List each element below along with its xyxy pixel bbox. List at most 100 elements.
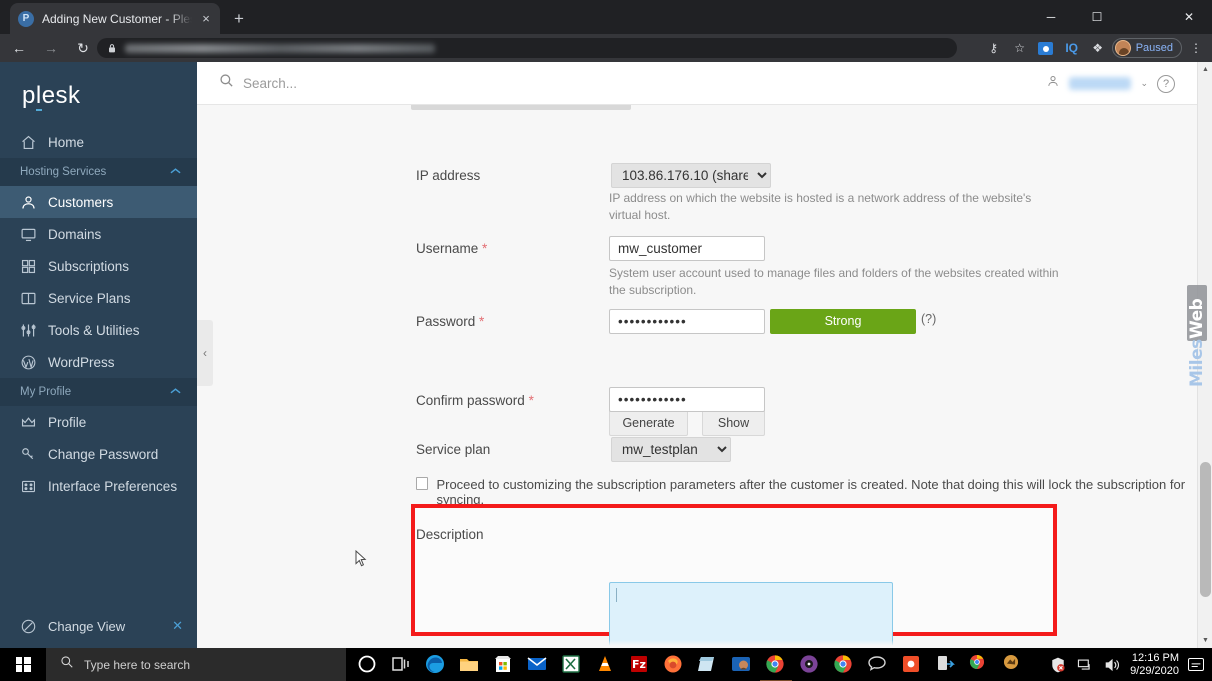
required-asterisk: * — [482, 241, 488, 256]
notification-icon[interactable] — [1188, 658, 1204, 671]
sidebar-change-view[interactable]: Change View ✕ — [0, 612, 197, 640]
spotify-icon[interactable] — [798, 653, 822, 677]
description-textarea[interactable] — [609, 582, 893, 648]
chrome-icon[interactable] — [832, 653, 856, 677]
sticky-notes-icon[interactable] — [696, 653, 720, 677]
browser-chrome: P Adding New Customer - Plesk Ob × + ─ ☐… — [0, 0, 1212, 62]
confirm-password-input[interactable] — [609, 387, 765, 412]
volume-icon[interactable] — [1103, 656, 1121, 674]
recorder-icon[interactable] — [900, 653, 924, 677]
browser-menu-icon[interactable]: ⋮ — [1184, 38, 1208, 58]
lock-icon — [107, 43, 117, 53]
form-content: IP address 103.86.176.10 (shared) IP add… — [197, 105, 1197, 648]
network-icon[interactable] — [1076, 656, 1094, 674]
profile-paused-button[interactable]: Paused — [1111, 38, 1182, 58]
password-help-icon[interactable]: (?) — [921, 312, 936, 326]
wordpress-icon — [20, 354, 37, 371]
file-explorer-icon[interactable] — [458, 653, 482, 677]
window-maximize-icon[interactable]: ☐ — [1074, 0, 1120, 34]
extensions-puzzle-icon[interactable]: ❖ — [1086, 38, 1110, 58]
transfer-icon[interactable] — [934, 653, 958, 677]
window-close-icon[interactable]: ✕ — [1166, 0, 1212, 34]
username-label: Username * — [416, 241, 487, 256]
proceed-checkbox-label: Proceed to customizing the subscription … — [436, 477, 1186, 507]
profile-status-label: Paused — [1135, 42, 1173, 54]
description-label: Description — [416, 527, 484, 542]
sidebar-item-home[interactable]: Home — [0, 126, 197, 158]
window-minimize-icon[interactable]: ─ — [1028, 0, 1074, 34]
username-blurred[interactable] — [1069, 77, 1132, 90]
password-key-icon[interactable]: ⚷ — [982, 38, 1006, 58]
app-icon[interactable] — [1002, 653, 1026, 677]
sidebar-item-tools-utilities[interactable]: Tools & Utilities — [0, 314, 197, 346]
sidebar-item-customers[interactable]: Customers — [0, 186, 197, 218]
teamviewer-icon[interactable] — [730, 653, 754, 677]
sidebar-item-interface-preferences[interactable]: Interface Preferences — [0, 470, 197, 502]
sidebar-group-hosting-services[interactable]: Hosting Services — [0, 158, 197, 186]
plesk-logo[interactable]: plesk — [0, 62, 197, 126]
sidebar-item-change-password[interactable]: Change Password — [0, 438, 197, 470]
edge-icon[interactable] — [424, 653, 448, 677]
scroll-up-icon[interactable]: ▲ — [1198, 62, 1212, 77]
sidebar-item-service-plans[interactable]: Service Plans — [0, 282, 197, 314]
password-input[interactable] — [609, 309, 765, 334]
microsoft-store-icon[interactable] — [492, 653, 516, 677]
forward-icon[interactable]: → — [38, 37, 64, 59]
system-tray: 12:16 PM 9/29/2020 — [1049, 648, 1212, 681]
bookmark-star-icon[interactable]: ☆ — [1008, 38, 1032, 58]
milesweb-watermark: Miles Web — [1184, 285, 1210, 400]
sidebar-item-wordpress[interactable]: WordPress — [0, 346, 197, 378]
mail-icon[interactable] — [526, 653, 550, 677]
screenshot-extension-icon[interactable] — [1034, 38, 1058, 58]
chrome-small-icon[interactable] — [968, 653, 992, 677]
address-bar[interactable] — [97, 38, 957, 58]
help-icon[interactable]: ? — [1157, 74, 1175, 93]
close-icon[interactable]: ✕ — [172, 618, 183, 634]
taskbar-clock[interactable]: 12:16 PM 9/29/2020 — [1130, 652, 1179, 678]
vlc-icon[interactable] — [594, 653, 618, 677]
sidebar-item-subscriptions[interactable]: Subscriptions — [0, 250, 197, 282]
chevron-down-icon[interactable]: ⌄ — [1140, 78, 1148, 89]
close-tab-icon[interactable]: × — [198, 11, 214, 27]
sliders-grid-icon — [20, 478, 37, 495]
sidebar-item-profile[interactable]: Profile — [0, 406, 197, 438]
taskbar-search-input[interactable]: Type here to search — [46, 648, 346, 681]
cortana-circle-icon[interactable] — [356, 653, 380, 677]
sidebar-collapse-button[interactable]: ‹ — [197, 320, 213, 386]
sidebar-group-my-profile[interactable]: My Profile — [0, 378, 197, 406]
start-button[interactable] — [0, 648, 46, 681]
service-plan-select[interactable]: mw_testplan — [611, 437, 731, 462]
chrome-active-icon[interactable] — [759, 648, 793, 681]
scrollbar-thumb[interactable] — [1200, 462, 1211, 597]
search-input[interactable]: Search... — [219, 73, 297, 93]
confirm-password-label-text: Confirm password — [416, 393, 525, 408]
username-input[interactable] — [609, 236, 765, 261]
clock-date: 9/29/2020 — [1130, 664, 1179, 677]
sidebar-item-domains[interactable]: Domains — [0, 218, 197, 250]
proceed-checkbox-row[interactable]: Proceed to customizing the subscription … — [416, 477, 1197, 507]
new-tab-icon[interactable]: + — [228, 8, 250, 30]
required-asterisk: * — [528, 393, 534, 408]
sidebar-group-label: My Profile — [20, 386, 72, 398]
sidebar-item-label: Profile — [48, 414, 87, 430]
taskbar-search-placeholder: Type here to search — [84, 657, 191, 672]
ip-address-select[interactable]: 103.86.176.10 (shared) — [611, 163, 771, 188]
scrolled-field-edge — [411, 105, 631, 110]
password-label-text: Password — [416, 314, 476, 329]
scroll-down-icon[interactable]: ▼ — [1198, 633, 1212, 648]
browser-tab[interactable]: P Adding New Customer - Plesk Ob × — [10, 3, 220, 34]
password-strength-badge: Strong — [770, 309, 916, 334]
sidebar-item-label: Interface Preferences — [48, 478, 178, 494]
iq-extension-icon[interactable]: IQ — [1060, 38, 1084, 58]
excel-icon[interactable] — [560, 653, 584, 677]
firefox-icon[interactable] — [662, 653, 686, 677]
reload-icon[interactable]: ↻ — [70, 37, 96, 59]
filezilla-icon[interactable]: Fz — [628, 653, 652, 677]
proceed-checkbox[interactable] — [416, 477, 429, 490]
security-shield-icon[interactable] — [1049, 656, 1067, 674]
generate-password-button[interactable]: Generate — [609, 410, 688, 436]
messenger-icon[interactable] — [866, 653, 890, 677]
back-icon[interactable]: ← — [6, 37, 32, 59]
show-password-button[interactable]: Show — [702, 410, 765, 436]
task-view-icon[interactable] — [390, 653, 414, 677]
